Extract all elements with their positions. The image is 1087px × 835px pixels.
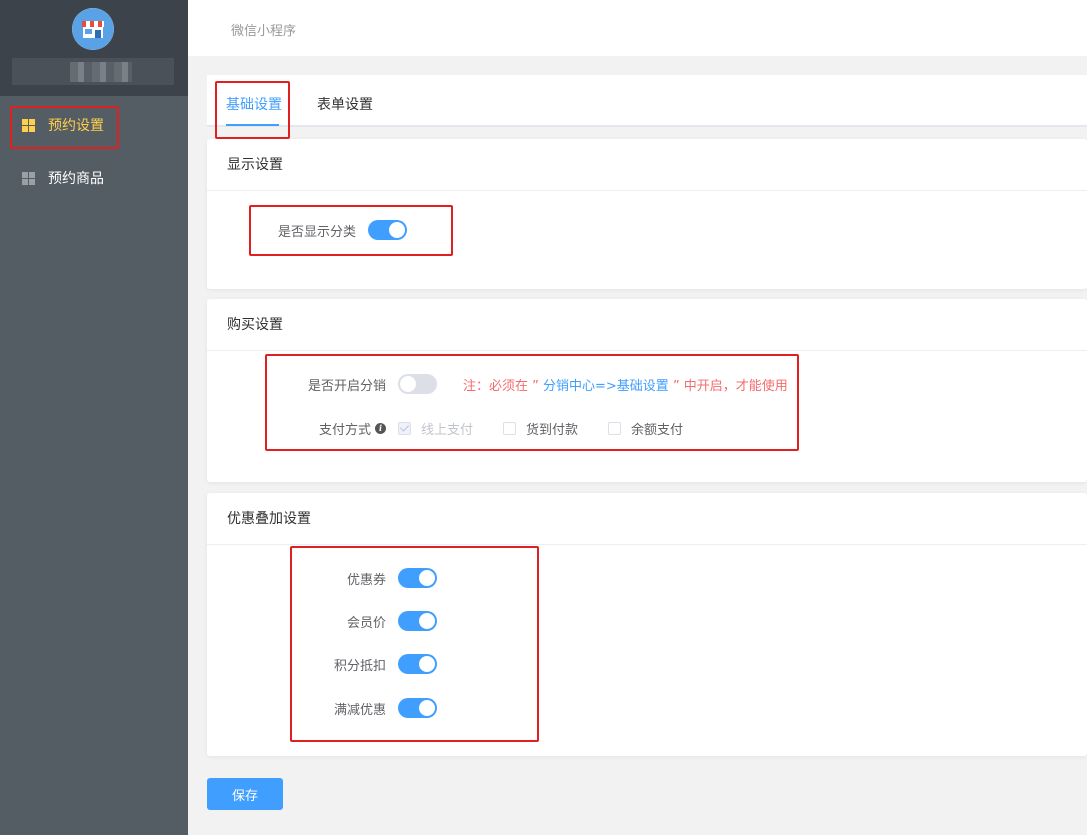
distribution-label: 是否开启分销 — [307, 378, 386, 394]
full-reduction-switch[interactable] — [398, 698, 437, 718]
distribution-center-link[interactable]: 分销中心=>基础设置 — [539, 379, 673, 394]
store-icon — [72, 8, 114, 50]
grid-icon — [22, 118, 35, 132]
display-settings-card: 显示设置 是否显示分类 — [207, 139, 1087, 289]
sidebar-item-label: 预约设置 — [48, 118, 104, 134]
coupon-row: 优惠券 — [287, 566, 437, 590]
tab-bar: 基础设置 表单设置 — [207, 75, 1087, 127]
cod-label: 货到付款 — [526, 422, 579, 438]
coupon-switch[interactable] — [398, 568, 437, 588]
shop-name-blurred — [12, 58, 174, 85]
grid-icon — [22, 171, 35, 185]
purchase-settings-card: 购买设置 是否开启分销 注：必须在 ” 分销中心=>基础设置 ” 中开启，才能使… — [207, 299, 1087, 482]
online-pay-label: 线上支付 — [421, 422, 474, 438]
distribution-switch[interactable] — [398, 374, 437, 394]
sidebar-item-booking-settings[interactable]: 预约设置 — [0, 105, 188, 145]
online-pay-checkbox[interactable] — [398, 421, 411, 435]
show-category-label: 是否显示分类 — [278, 224, 357, 240]
payment-method-label: 支付方式 i — [287, 419, 386, 438]
card-title: 优惠叠加设置 — [207, 493, 1087, 545]
shop-avatar[interactable] — [72, 8, 114, 50]
cod-checkbox[interactable] — [503, 421, 517, 435]
discount-settings-card: 优惠叠加设置 优惠券 会员价 积分抵扣 满减优惠 — [207, 493, 1087, 756]
sidebar-item-booking-products[interactable]: 预约商品 — [0, 158, 188, 198]
tab-active-indicator — [226, 124, 279, 126]
coupon-label: 优惠券 — [346, 572, 386, 588]
balance-pay-checkbox[interactable] — [608, 421, 622, 435]
info-icon[interactable]: i — [375, 422, 386, 434]
sidebar-header — [0, 0, 188, 96]
distribution-row: 是否开启分销 注：必须在 ” 分销中心=>基础设置 ” 中开启，才能使用 — [287, 372, 788, 396]
show-category-row: 是否显示分类 — [278, 218, 408, 242]
show-category-switch[interactable] — [368, 220, 408, 240]
full-reduction-label: 满减优惠 — [333, 702, 386, 718]
points-deduction-row: 积分抵扣 — [287, 652, 437, 676]
tab-form-settings[interactable]: 表单设置 — [317, 94, 373, 114]
card-title: 显示设置 — [207, 139, 1087, 191]
card-title: 购买设置 — [207, 299, 1087, 351]
payment-method-row: 支付方式 i 线上支付 货到付款 余额支付 — [287, 416, 683, 440]
distribution-note: 注：必须在 ” 分销中心=>基础设置 ” 中开启，才能使用 — [463, 378, 788, 394]
points-deduction-label: 积分抵扣 — [333, 658, 386, 674]
top-header: 微信小程序 — [188, 0, 1087, 56]
points-deduction-switch[interactable] — [398, 654, 437, 674]
member-price-label: 会员价 — [346, 615, 386, 631]
sidebar-item-label: 预约商品 — [48, 171, 104, 187]
sidebar: 预约设置 预约商品 — [0, 0, 188, 835]
full-reduction-row: 满减优惠 — [287, 696, 437, 720]
tab-basic-settings[interactable]: 基础设置 — [226, 94, 282, 114]
breadcrumb[interactable]: 微信小程序 — [231, 20, 296, 39]
member-price-switch[interactable] — [398, 611, 437, 631]
member-price-row: 会员价 — [287, 609, 437, 633]
save-button[interactable]: 保存 — [207, 778, 283, 810]
balance-pay-label: 余额支付 — [631, 422, 684, 438]
